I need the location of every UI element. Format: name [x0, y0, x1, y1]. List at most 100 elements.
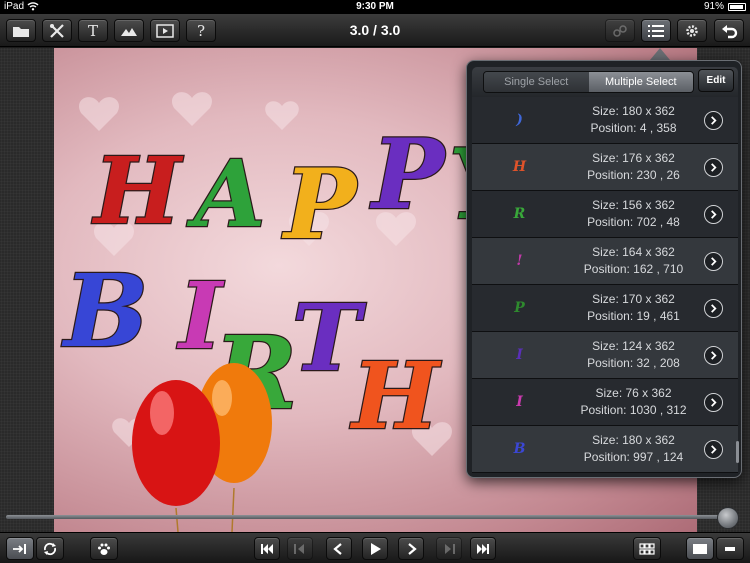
- edit-button[interactable]: Edit: [698, 69, 734, 92]
- disclosure-button[interactable]: [704, 345, 723, 365]
- layer-size: Size: 156 x 362: [592, 198, 675, 212]
- layer-thumbnail: R: [513, 206, 526, 222]
- layer-size: Size: 170 x 362: [592, 292, 675, 306]
- next-keyframe-button[interactable]: [436, 537, 462, 560]
- layers-list-button[interactable]: [641, 19, 671, 42]
- settings-button[interactable]: [677, 19, 707, 42]
- layer-position: Position: 702 , 48: [587, 215, 680, 229]
- letter-a: A: [186, 140, 265, 248]
- layer-info: Size: 180 x 362 Position: 997 , 124: [567, 432, 700, 466]
- layer-thumbnail: I: [516, 394, 523, 410]
- prev-icon: [333, 542, 342, 555]
- skip-back-button[interactable]: [254, 537, 280, 560]
- loop-icon: [43, 542, 57, 555]
- layer-thumbnail: B: [513, 441, 526, 457]
- single-select-segment[interactable]: Single Select: [484, 72, 589, 92]
- add-text-button[interactable]: T: [78, 19, 108, 42]
- chevron-right-icon: [711, 303, 717, 313]
- prev-button[interactable]: [326, 537, 352, 560]
- layer-size: Size: 176 x 362: [592, 151, 675, 165]
- undo-button[interactable]: [714, 19, 744, 42]
- layer-row[interactable]: ! Size: 164 x 362 Position: 162 , 710: [472, 238, 738, 285]
- frame-counter: 3.0 / 3.0: [349, 22, 401, 38]
- clock: 9:30 PM: [356, 1, 394, 12]
- view-single-icon: [693, 543, 707, 554]
- play-icon: [371, 542, 381, 555]
- letter-h1: H: [91, 137, 184, 245]
- layer-row[interactable]: R Size: 156 x 362 Position: 702 , 48: [472, 191, 738, 238]
- help-icon: ?: [196, 21, 206, 40]
- chevron-right-icon: [711, 115, 717, 125]
- disclosure-button[interactable]: [704, 204, 723, 224]
- chevron-right-icon: [711, 444, 717, 454]
- chevron-right-icon: [711, 256, 717, 266]
- layer-thumbnail: ): [516, 112, 523, 128]
- tools-button[interactable]: [42, 19, 72, 42]
- disclosure-button[interactable]: [704, 392, 723, 412]
- prev-keyframe-icon: [294, 543, 304, 554]
- list-scrollbar[interactable]: [736, 441, 739, 463]
- layer-info: Size: 164 x 362 Position: 162 , 710: [567, 244, 700, 278]
- layer-row[interactable]: I Size: 76 x 362 Position: 1030 , 312: [472, 379, 738, 426]
- prev-keyframe-button[interactable]: [287, 537, 313, 560]
- disclosure-button[interactable]: [704, 251, 723, 271]
- settings-icon: [686, 24, 698, 37]
- multiple-select-segment[interactable]: Multiple Select: [588, 72, 693, 92]
- add-video-button[interactable]: [150, 19, 180, 42]
- scrubber-thumb[interactable]: [717, 507, 739, 529]
- layer-position: Position: 4 , 358: [590, 121, 677, 135]
- layer-size: Size: 180 x 362: [592, 104, 675, 118]
- layer-position: Position: 32 , 208: [587, 356, 680, 370]
- disclosure-button[interactable]: [704, 110, 723, 130]
- layer-info: Size: 176 x 362 Position: 230 , 26: [567, 150, 700, 184]
- layers-list-icon: [648, 24, 664, 37]
- undo-icon: [722, 24, 738, 38]
- text-icon: T: [87, 21, 98, 40]
- letter-p2: P: [369, 118, 447, 231]
- align-button[interactable]: [6, 537, 34, 560]
- view-single-button[interactable]: [686, 537, 714, 560]
- tools-icon: [50, 23, 64, 38]
- link-button[interactable]: [605, 19, 635, 42]
- timeline-button[interactable]: [633, 537, 661, 560]
- layer-position: Position: 997 , 124: [583, 450, 684, 464]
- paw-button[interactable]: [90, 537, 118, 560]
- layer-position: Position: 230 , 26: [587, 168, 680, 182]
- layer-info: Size: 180 x 362 Position: 4 , 358: [567, 103, 700, 137]
- layer-size: Size: 76 x 362: [595, 386, 672, 400]
- layer-thumbnail: P: [514, 300, 525, 316]
- next-button[interactable]: [398, 537, 424, 560]
- chevron-right-icon: [711, 162, 717, 172]
- skip-forward-button[interactable]: [470, 537, 496, 560]
- layer-info: Size: 170 x 362 Position: 19 , 461: [567, 291, 700, 325]
- open-file-button[interactable]: [6, 19, 36, 42]
- popover-header: Single Select Multiple Select Edit: [472, 67, 738, 97]
- layer-size: Size: 164 x 362: [592, 245, 675, 259]
- layer-row[interactable]: P Size: 170 x 362 Position: 19 , 461: [472, 285, 738, 332]
- disclosure-button[interactable]: [704, 157, 723, 177]
- paw-icon: [98, 543, 110, 555]
- scrubber-track[interactable]: [6, 515, 728, 519]
- layer-info: Size: 76 x 362 Position: 1030 , 312: [567, 385, 700, 419]
- layer-row[interactable]: B Size: 180 x 362 Position: 997 , 124: [472, 426, 738, 473]
- add-image-button[interactable]: [114, 19, 144, 42]
- help-button[interactable]: ?: [186, 19, 216, 42]
- layer-row[interactable]: H Size: 176 x 362 Position: 230 , 26: [472, 144, 738, 191]
- layer-size: Size: 180 x 362: [592, 433, 675, 447]
- letter-b: B: [61, 252, 149, 370]
- skip-back-icon: [261, 543, 273, 554]
- loop-button[interactable]: [36, 537, 64, 560]
- layer-thumbnail: !: [516, 253, 523, 269]
- layer-thumbnail: H: [512, 159, 527, 175]
- disclosure-button[interactable]: [704, 298, 723, 318]
- view-split-button[interactable]: [716, 537, 744, 560]
- layer-size: Size: 124 x 362: [592, 339, 675, 353]
- left-margin: [0, 48, 54, 532]
- play-button[interactable]: [362, 537, 388, 560]
- view-split-icon: [725, 546, 735, 551]
- layer-list: ) Size: 180 x 362 Position: 4 , 358 H Size: …: [472, 97, 738, 473]
- align-right-icon: [13, 543, 26, 554]
- layer-row[interactable]: I Size: 124 x 362 Position: 32 , 208: [472, 332, 738, 379]
- layer-row[interactable]: ) Size: 180 x 362 Position: 4 , 358: [472, 97, 738, 144]
- disclosure-button[interactable]: [704, 439, 723, 459]
